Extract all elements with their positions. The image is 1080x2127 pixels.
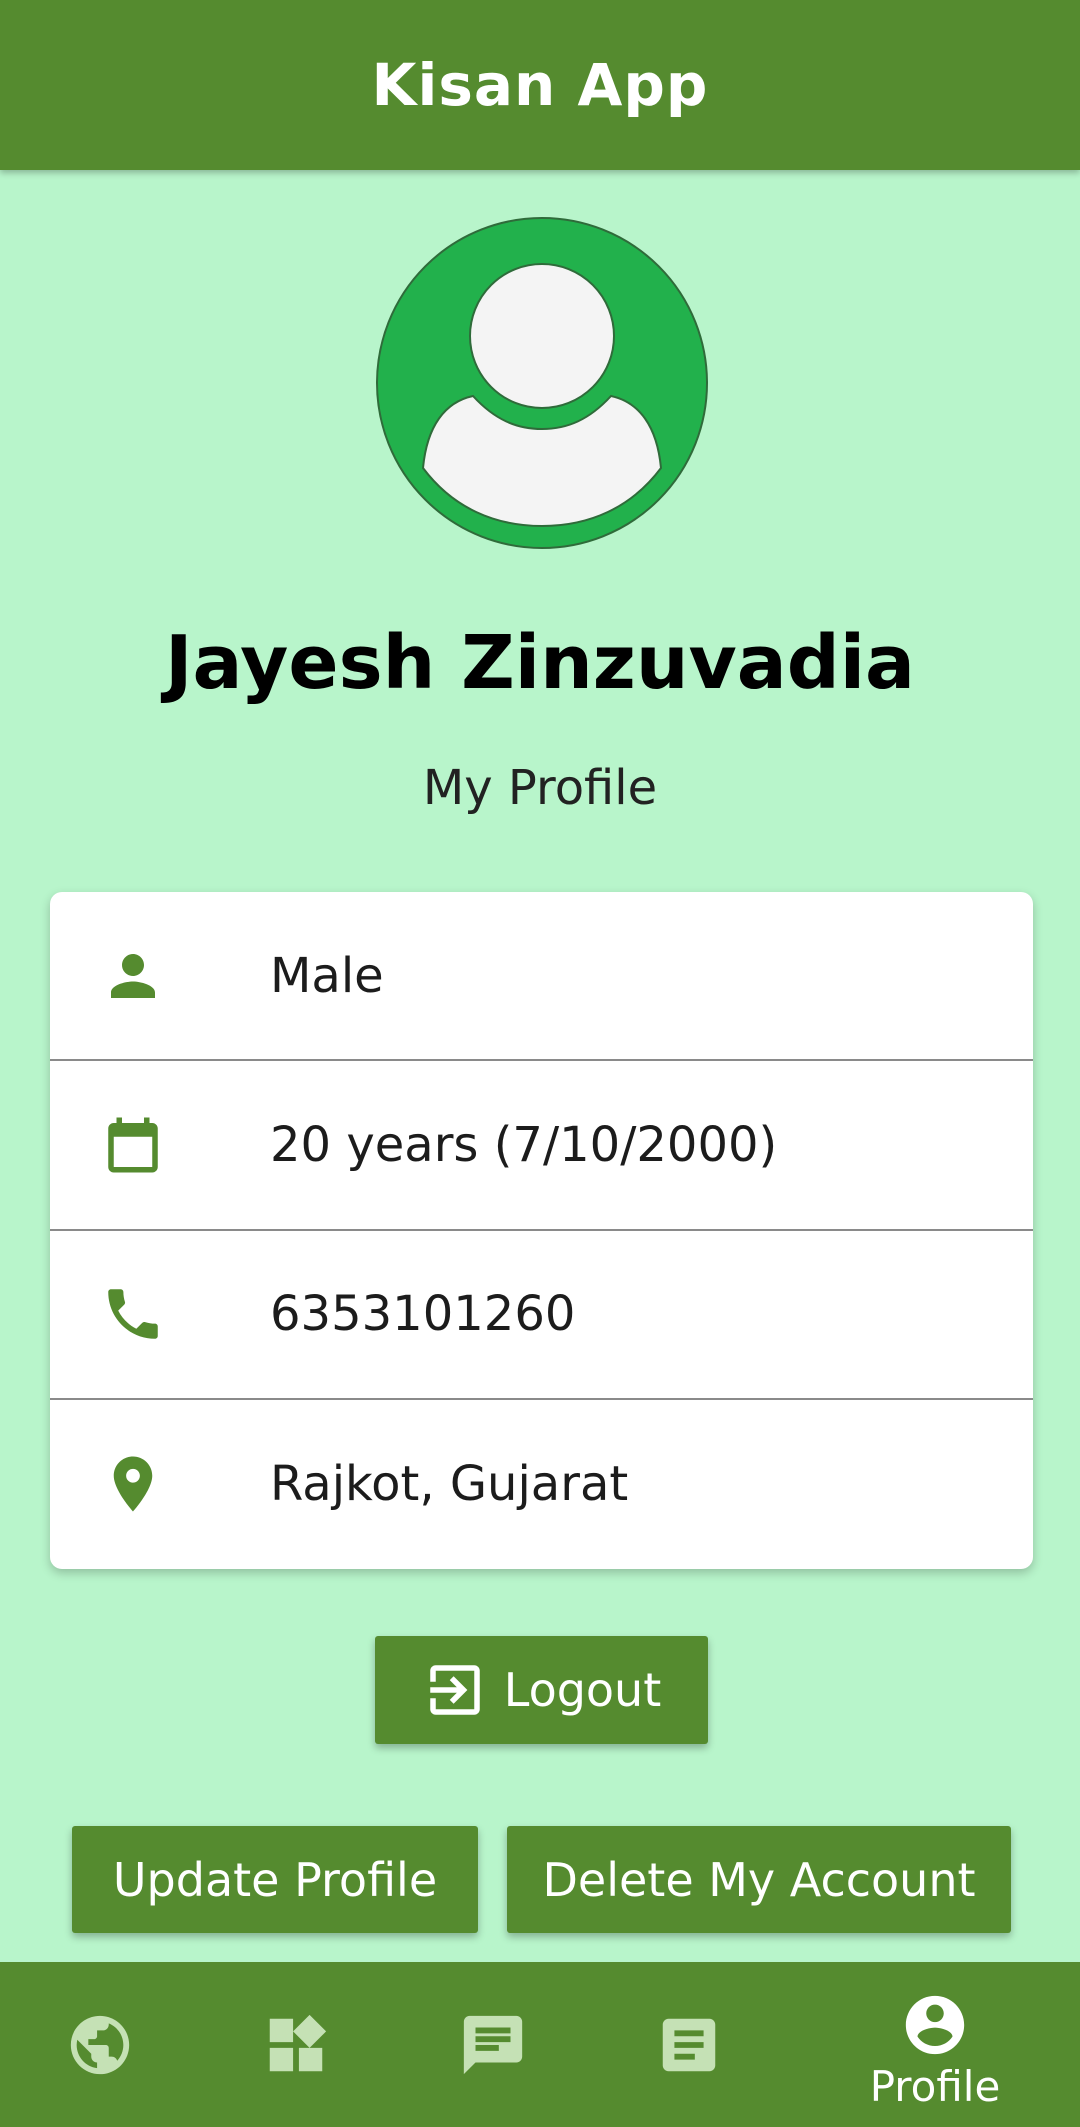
nav-item-article[interactable] [651,2007,727,2083]
article-icon [662,2018,716,2072]
delete-account-label: Delete My Account [542,1852,976,1907]
age-value: 20 years (7/10/2000) [270,1116,778,1173]
widgets-icon [269,2014,327,2072]
location-pin-icon [113,1456,153,1512]
calendar-icon [108,1117,158,1173]
logout-button[interactable]: Logout [375,1636,708,1744]
nav-item-chat[interactable] [455,2007,531,2083]
account-circle-icon [905,1995,965,2054]
detail-row-phone: 6353101260 [50,1231,1033,1400]
globe-icon [70,2015,130,2075]
person-icon [111,953,155,998]
app-bar: Kisan App [0,0,1080,170]
nav-item-widgets[interactable] [258,2007,334,2083]
page-subtitle: My Profile [422,760,658,816]
detail-row-gender: Male [50,892,1033,1062]
chat-icon [463,2015,523,2075]
user-name: Jayesh Zinzuvadia [164,620,915,706]
profile-details-card: Male 20 years (7/10/2000) 6353101260 Raj… [50,892,1033,1569]
app-title: Kisan App [371,51,709,119]
delete-account-button[interactable]: Delete My Account [507,1826,1011,1933]
nav-item-profile[interactable]: Profile [850,1988,1020,2112]
detail-row-age: 20 years (7/10/2000) [50,1061,1033,1231]
gender-value: Male [270,947,384,1004]
update-profile-label: Update Profile [112,1852,438,1907]
detail-row-location: Rajkot, Gujarat [50,1400,1033,1569]
phone-icon [108,1289,158,1339]
nav-label-profile: Profile [869,2061,1001,2111]
logout-icon [430,1665,480,1715]
nav-item-globe[interactable] [62,2007,138,2083]
avatar-icon [376,217,708,549]
logout-label: Logout [503,1663,662,1717]
location-value: Rajkot, Gujarat [270,1456,629,1513]
phone-value: 6353101260 [270,1286,576,1343]
bottom-navigation: Profile [0,1962,1080,2127]
update-profile-button[interactable]: Update Profile [72,1826,478,1933]
